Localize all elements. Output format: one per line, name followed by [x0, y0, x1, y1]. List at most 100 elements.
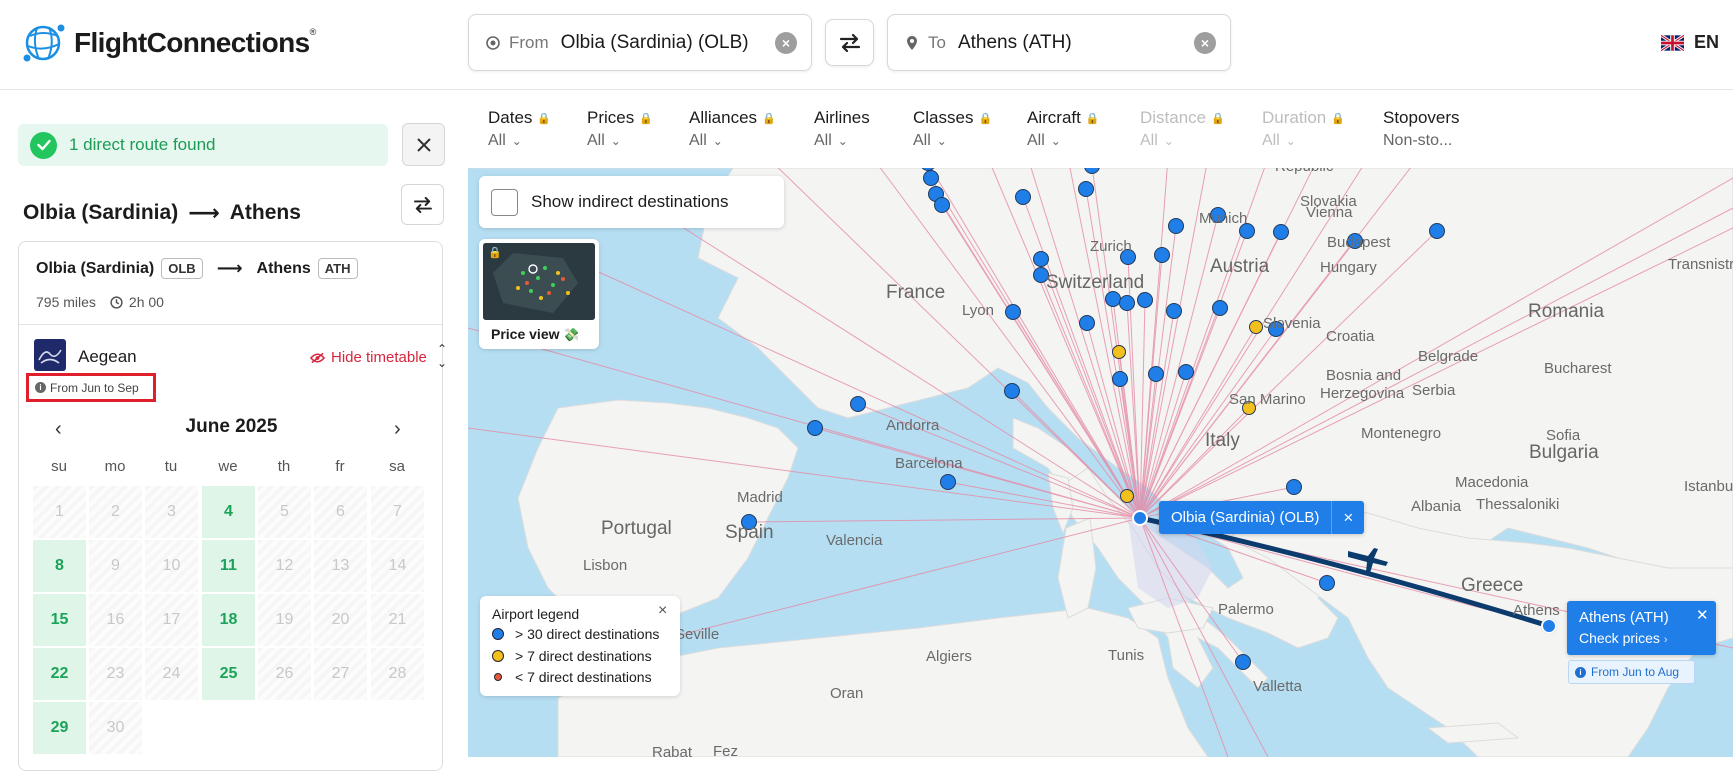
origin-popup[interactable]: Olbia (Sardinia) (OLB) ×: [1159, 501, 1365, 534]
to-input[interactable]: Athens (ATH): [958, 32, 1194, 54]
airport-marker[interactable]: [1112, 345, 1126, 359]
airport-marker[interactable]: [1148, 366, 1164, 382]
airport-marker[interactable]: [1015, 189, 1031, 205]
airport-marker[interactable]: [1078, 181, 1094, 197]
from-field[interactable]: From Olbia (Sardinia) (OLB) ×: [468, 14, 812, 71]
show-indirect-label: Show indirect destinations: [531, 192, 729, 211]
airport-marker[interactable]: [1286, 479, 1302, 495]
filter-classes[interactable]: Classes 🔒 All ⌄: [913, 108, 992, 150]
airport-marker[interactable]: [1119, 295, 1135, 311]
language-selector[interactable]: EN: [1661, 32, 1719, 53]
season-text: From Jun to Sep: [50, 380, 139, 395]
destination-popup[interactable]: Athens (ATH) Check prices › ✕: [1567, 601, 1716, 655]
airport-marker[interactable]: [934, 197, 950, 213]
filter-airlines[interactable]: Airlines All ⌄: [814, 108, 870, 150]
calendar-day-available[interactable]: 29: [33, 702, 86, 754]
card-route: Olbia (Sardinia) OLB ⟶ Athens ATH: [36, 258, 358, 279]
airport-marker[interactable]: [1004, 383, 1020, 399]
airport-marker[interactable]: [1249, 320, 1263, 334]
airport-marker[interactable]: [1005, 304, 1021, 320]
filter-name: Prices: [587, 108, 635, 127]
calendar-day-available[interactable]: 22: [33, 648, 86, 700]
airport-marker[interactable]: [1079, 315, 1095, 331]
map-label-croatia: Croatia: [1326, 328, 1375, 345]
airport-marker[interactable]: [1429, 223, 1445, 239]
filter-prices[interactable]: Prices 🔒 All ⌄: [587, 108, 653, 150]
legend-title: Airport legend: [492, 606, 580, 622]
check-icon: [30, 131, 57, 159]
map-label-palermo: Palermo: [1218, 601, 1274, 618]
next-month-button[interactable]: ›: [394, 418, 401, 441]
destination-season-badge: i From Jun to Aug: [1568, 660, 1695, 684]
price-view-button[interactable]: 🔒 Price view 💸: [479, 239, 599, 349]
filter-aircraft[interactable]: Aircraft 🔒 All ⌄: [1027, 108, 1100, 150]
card-from-city: Olbia (Sardinia): [36, 259, 155, 277]
airport-marker[interactable]: [1120, 489, 1134, 503]
legend-item: < 7 direct destinations: [492, 669, 652, 685]
filter-alliances[interactable]: Alliances 🔒 All ⌄: [689, 108, 776, 150]
filter-value: Non-sto...: [1383, 132, 1453, 149]
card-from-code: OLB: [161, 258, 203, 279]
close-icon[interactable]: ✕: [1696, 606, 1709, 624]
filter-name: Airlines: [814, 108, 870, 127]
show-indirect-toggle[interactable]: Show indirect destinations: [479, 176, 784, 228]
legend-close-icon[interactable]: ×: [658, 602, 667, 620]
clear-from-icon[interactable]: ×: [775, 31, 797, 54]
yellow-dot-icon: [492, 650, 504, 662]
close-icon[interactable]: ×: [1331, 501, 1364, 534]
map-label-munich: Munich: [1199, 210, 1248, 227]
airport-marker[interactable]: [1168, 218, 1184, 234]
blue-dot-icon: [492, 628, 504, 640]
airport-marker[interactable]: [1319, 575, 1335, 591]
language-code: EN: [1694, 32, 1720, 52]
hide-timetable-button[interactable]: Hide timetable: [310, 349, 427, 366]
reverse-route-button[interactable]: [401, 184, 444, 225]
filter-value: All: [814, 132, 832, 149]
from-input[interactable]: Olbia (Sardinia) (OLB): [561, 32, 775, 54]
collapse-icon[interactable]: ⌃ ⌄: [437, 342, 447, 370]
swap-airports-button[interactable]: [825, 19, 874, 66]
card-meta: 795 miles 2h 00: [36, 294, 164, 310]
calendar-day: 26: [258, 648, 311, 700]
logo[interactable]: FlightConnections®: [22, 22, 316, 64]
calendar-day-available[interactable]: 15: [33, 594, 86, 646]
airport-marker[interactable]: [1166, 303, 1182, 319]
globe-logo-icon: [23, 24, 65, 62]
airport-marker[interactable]: [1235, 654, 1251, 670]
airport-marker[interactable]: [1212, 300, 1228, 316]
calendar-day-available[interactable]: 11: [202, 540, 255, 592]
close-panel-button[interactable]: [402, 123, 445, 166]
calendar-day-available[interactable]: 4: [202, 486, 255, 538]
chevron-down-icon: ⌄: [837, 134, 848, 148]
calendar-day-available[interactable]: 25: [202, 648, 255, 700]
filter-dates[interactable]: Dates 🔒 All ⌄: [488, 108, 551, 150]
filter-stopovers[interactable]: Stopovers Non-sto...: [1383, 108, 1460, 150]
red-dot-icon: [494, 673, 502, 681]
show-indirect-checkbox[interactable]: [491, 188, 518, 216]
clear-to-icon[interactable]: ×: [1194, 31, 1216, 54]
calendar-day-available[interactable]: 8: [33, 540, 86, 592]
map-label-thessaloniki: Thessaloniki: [1476, 496, 1560, 513]
from-label: From: [509, 32, 549, 52]
legend-item: > 7 direct destinations: [492, 648, 652, 664]
airport-marker[interactable]: [1178, 364, 1194, 380]
airport-marker[interactable]: [1273, 224, 1289, 240]
airport-marker[interactable]: [1112, 371, 1128, 387]
location-pin-icon: [904, 35, 920, 51]
airport-marker[interactable]: [940, 474, 956, 490]
check-prices-link[interactable]: Check prices ›: [1579, 630, 1667, 646]
airport-marker[interactable]: [1137, 292, 1153, 308]
calendar-day: 14: [371, 540, 424, 592]
airport-marker[interactable]: [1154, 247, 1170, 263]
uk-flag-icon: [1661, 34, 1684, 51]
airport-marker[interactable]: [1033, 251, 1049, 267]
airport-marker[interactable]: [923, 170, 939, 186]
airport-marker[interactable]: [850, 396, 866, 412]
map-label-fez: Fez: [713, 743, 739, 757]
calendar-day: 7: [371, 486, 424, 538]
calendar-day: 2: [89, 486, 142, 538]
to-field[interactable]: To Athens (ATH) ×: [887, 14, 1231, 71]
airport-marker[interactable]: [807, 420, 823, 436]
calendar-day-available[interactable]: 18: [202, 594, 255, 646]
map-label-barcelona: Barcelona: [895, 455, 963, 472]
